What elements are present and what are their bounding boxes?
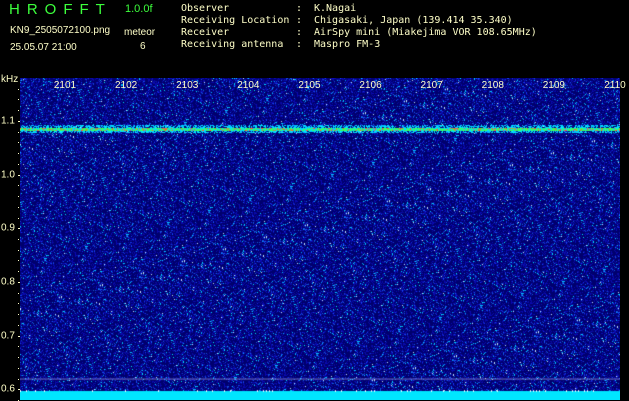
frequency-minor-tick [18,88,19,90]
info-value: Maspro FM-3 [314,39,381,50]
info-row-location: Receiving Location: Chigasaki, Japan (139… [181,15,537,27]
frequency-tick-label: 0.8 [1,276,15,288]
time-tick-label: 2102 [114,80,138,91]
frequency-minor-tick [18,271,19,273]
frequency-minor-tick [18,389,19,391]
frequency-tick-label: 1.0 [1,169,15,181]
time-tick-label: 2106 [359,80,382,91]
frequency-minor-tick [18,185,19,187]
frequency-minor-tick [18,324,19,326]
time-tick-label: 2109 [542,80,565,91]
frequency-minor-tick [18,239,19,240]
info-separator: : [296,27,303,38]
app-title: HROFFT [9,1,112,18]
spectrogram-canvas [20,78,620,400]
frequency-minor-tick [18,217,19,219]
info-key: Receiving antenna [181,39,284,50]
frequency-minor-tick [18,292,19,294]
frequency-tick-label: 0.7 [1,330,15,342]
time-tick-label: 2108 [481,80,504,91]
meteor-counter-label: meteor [124,27,156,38]
frequency-minor-tick [18,314,19,316]
frequency-minor-tick [18,228,19,230]
frequency-tick-label: 0.9 [1,222,15,234]
time-tick-label: 2104 [237,80,260,91]
filename-label: KN9_2505072100.png [10,25,111,36]
info-value: AirSpy mini (Miakejima VOR 108.65MHz) [314,27,537,38]
frequency-minor-tick [18,120,19,122]
frequency-minor-tick [18,142,19,144]
datetime-label: 25.05.07 21:00 [10,42,77,53]
info-key: Receiving Location [181,15,290,26]
frequency-minor-tick [18,378,19,380]
info-separator: : [296,39,303,50]
station-info: Observer: K.Nagai Receiving Location: Chig… [181,3,537,51]
frequency-minor-tick [18,281,19,283]
version-label: 1.0.0f [125,3,153,15]
frequency-minor-tick [18,196,19,198]
info-row-observer: Observer: K.Nagai [181,3,537,15]
frequency-minor-tick [18,335,19,337]
frequency-minor-tick [18,346,19,348]
info-row-antenna: Receiving antenna: Maspro FM-3 [181,39,537,51]
time-tick-label: 2105 [298,80,321,91]
time-tick-label: 2107 [420,80,443,91]
info-value: Chigasaki, Japan (139.414 35.340) [314,15,513,26]
frequency-minor-tick [18,131,19,133]
info-separator: : [296,15,303,26]
y-axis-unit: kHz [1,74,19,85]
frequency-minor-tick [18,163,19,165]
info-key: Observer [181,3,230,14]
meteor-counter-value: 6 [140,41,146,52]
time-tick-label: 2103 [176,80,199,91]
info-key: Receiver [181,27,230,38]
frequency-tick-label: 1.1 [1,115,15,127]
info-separator: : [296,3,303,14]
header: HROFFT 1.0.0f KN9_2505072100.png 25.05.0… [0,0,629,74]
time-tick-label: 2101 [53,80,77,91]
frequency-minor-tick [18,206,19,208]
frequency-tick-label: 0.6 [1,383,15,395]
info-value: K.Nagai [314,3,357,14]
frequency-minor-tick [18,174,19,176]
time-tick-label: 2110 [604,80,626,91]
frequency-minor-tick [18,249,19,251]
info-row-receiver: Receiver: AirSpy mini (Miakejima VOR 108.… [181,27,537,39]
frequency-minor-tick [18,110,19,112]
frequency-minor-tick [18,260,19,262]
frequency-minor-tick [18,367,19,369]
spectrogram-plot [20,78,620,400]
frequency-minor-tick [18,357,19,359]
frequency-minor-tick [18,99,19,101]
frequency-minor-tick [18,303,19,305]
frequency-minor-tick [18,153,19,155]
